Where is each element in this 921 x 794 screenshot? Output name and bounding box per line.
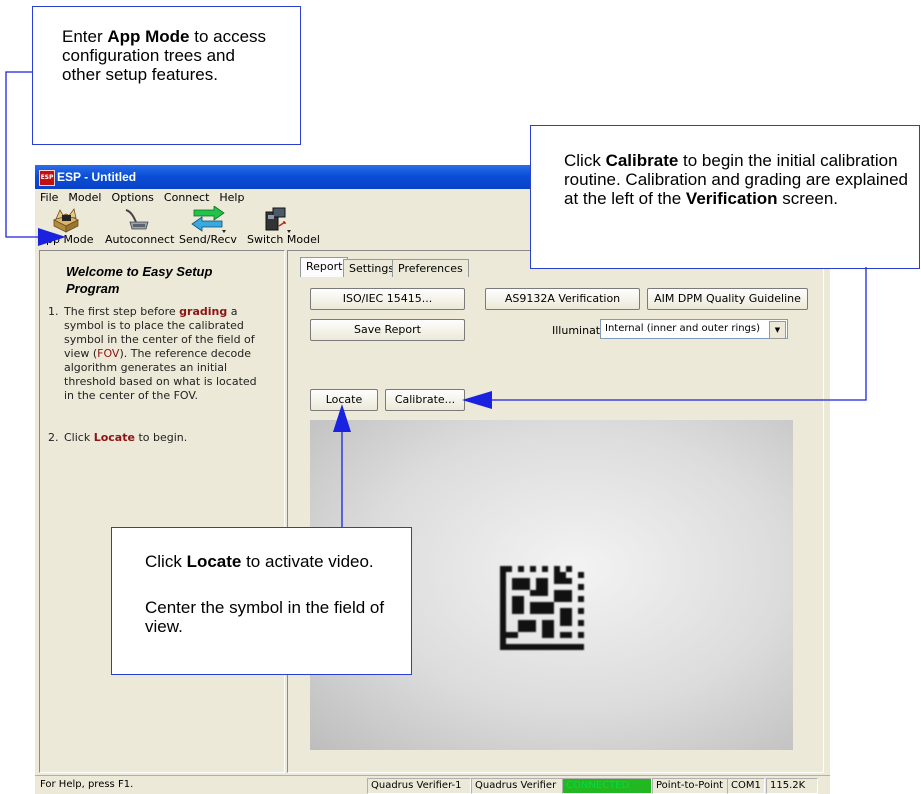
grading-keyword: grading <box>179 305 228 318</box>
welcome-panel: Welcome to Easy Setup Program 1. The fir… <box>39 250 285 773</box>
locate-button[interactable]: Locate <box>310 389 378 411</box>
chevron-down-icon[interactable]: ▼ <box>769 321 786 339</box>
window-title: ESP - Untitled <box>57 170 137 184</box>
verification-panel: Report Settings Preferences ISO/IEC 1541… <box>287 250 824 773</box>
welcome-title: Welcome to Easy Setup Program <box>66 264 213 296</box>
menu-help[interactable]: Help <box>214 189 249 205</box>
status-connected-badge: CONNECTED <box>562 778 652 794</box>
calibrate-callout-t1: Click <box>564 151 606 170</box>
data-matrix-symbol <box>500 566 584 650</box>
cable-connector-icon <box>125 209 149 230</box>
as9132a-verification-button[interactable]: AS9132A Verification <box>485 288 640 310</box>
status-bar: For Help, press F1. Quadrus Verifier-1 Q… <box>35 775 830 794</box>
locate-callout-bold: Locate <box>186 552 242 571</box>
locate-callout: Click Locate to activate video. Center t… <box>111 527 412 675</box>
step-2: 2. Click Locate to begin. <box>48 431 270 445</box>
status-baud: 115.2K <box>766 778 818 794</box>
app-mode-callout-bold: App Mode <box>107 27 190 46</box>
menu-connect[interactable]: Connect <box>159 189 214 205</box>
step-2-text-b: to begin. <box>134 431 188 444</box>
app-mode-callout-t1: Enter <box>62 27 108 46</box>
step-1: 1. The first step before grading a symbo… <box>48 305 270 403</box>
tab-report[interactable]: Report <box>300 257 349 277</box>
status-help-text: For Help, press F1. <box>40 779 134 790</box>
step-2-number: 2. <box>48 431 59 444</box>
autoconnect-button[interactable]: Autoconnect <box>105 206 175 246</box>
calibrate-callout-bold-2: Verification <box>685 189 778 208</box>
menu-file[interactable]: File <box>35 189 63 205</box>
locate-keyword: Locate <box>93 431 135 444</box>
app-mode-label: App Mode <box>38 233 94 246</box>
calibrate-button[interactable]: Calibrate... <box>385 389 465 411</box>
switch-model-button[interactable]: Switch Model <box>247 206 320 246</box>
locate-callout-text: Click Locate to activate video. <box>145 552 400 571</box>
menu-model[interactable]: Model <box>63 189 106 205</box>
send-recv-button[interactable]: Send/Recv <box>177 206 239 246</box>
aim-dpm-button[interactable]: AIM DPM Quality Guideline <box>647 288 808 310</box>
fov-keyword: FOV <box>97 347 120 360</box>
tab-preferences[interactable]: Preferences <box>392 259 469 277</box>
calibrate-callout-text: Click Calibrate to begin the initial cal… <box>564 151 909 208</box>
menu-options[interactable]: Options <box>106 189 158 205</box>
switch-model-label: Switch Model <box>247 233 320 246</box>
status-mode: Point-to-Point <box>652 778 728 794</box>
illumination-value: Internal (inner and outer rings) <box>605 323 761 334</box>
step-1-number: 1. <box>48 305 59 318</box>
locate-callout-t2: to activate video. <box>241 552 374 571</box>
app-mode-callout-text: Enter App Mode to access configuration t… <box>62 27 277 84</box>
locate-callout-line2: Center the symbol in the field of view. <box>145 598 385 636</box>
illumination-select[interactable]: Internal (inner and outer rings) ▼ <box>600 319 788 339</box>
send-recv-arrows-icon <box>191 206 226 233</box>
calibrate-callout: Click Calibrate to begin the initial cal… <box>530 125 920 269</box>
status-model: Quadrus Verifier <box>471 778 563 794</box>
step-1-text-a: The first step before <box>64 305 180 318</box>
esp-logo-icon: ESP <box>39 170 55 186</box>
send-recv-label: Send/Recv <box>179 233 237 246</box>
status-port: COM1 <box>727 778 765 794</box>
app-mode-button[interactable]: App Mode <box>37 206 95 246</box>
calibrate-callout-t3: screen. <box>777 189 839 208</box>
autoconnect-label: Autoconnect <box>105 233 175 246</box>
locate-callout-t1: Click <box>145 552 187 571</box>
iso-15415-button[interactable]: ISO/IEC 15415... <box>310 288 465 310</box>
switch-model-icon <box>265 207 291 233</box>
app-mode-callout: Enter App Mode to access configuration t… <box>32 6 301 145</box>
app-mode-icon <box>53 208 79 233</box>
step-2-text-a: Click <box>64 431 94 444</box>
status-device: Quadrus Verifier-1 <box>367 778 471 794</box>
calibrate-callout-bold: Calibrate <box>605 151 679 170</box>
save-report-button[interactable]: Save Report <box>310 319 465 341</box>
